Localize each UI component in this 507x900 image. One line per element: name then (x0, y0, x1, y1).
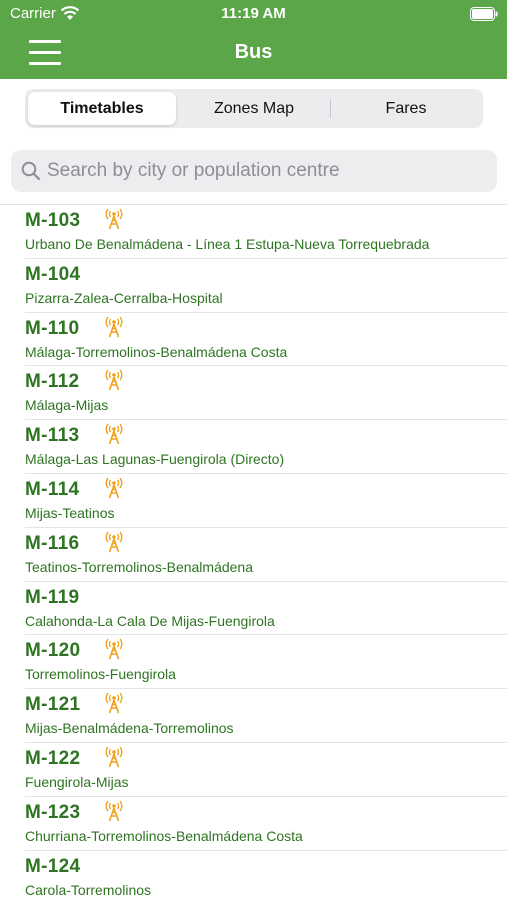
route-row[interactable]: M-116 Teatinos-Torremolinos-Benalmádena (25, 528, 507, 582)
live-tracking-icon (103, 316, 125, 338)
route-description: Calahonda-La Cala De Mijas-Fuengirola (25, 612, 275, 629)
search-input[interactable] (47, 150, 487, 192)
route-description: Urbano De Benalmádena - Línea 1 Estupa-N… (25, 236, 430, 252)
route-description: Fuengirola-Mijas (25, 773, 129, 790)
route-description: Málaga-Las Lagunas-Fuengirola (Directo) (25, 451, 285, 468)
route-row[interactable]: M-114 Mijas-Teatinos (25, 474, 507, 528)
route-code: M-112 (25, 371, 80, 393)
live-tracking-icon (103, 800, 125, 822)
live-tracking-icon (103, 746, 125, 768)
route-code: M-116 (25, 532, 80, 554)
route-code: M-114 (25, 478, 80, 500)
route-code: M-110 (25, 317, 80, 339)
route-description: Pizarra-Zalea-Cerralba-Hospital (25, 289, 223, 306)
route-row[interactable]: M-120 Torremolinos-Fuengirola (25, 635, 507, 690)
tab-zones-map[interactable]: Zones Map (179, 92, 329, 125)
live-tracking-icon (103, 692, 125, 714)
battery-icon (470, 7, 498, 21)
route-description: Mijas-Benalmádena-Torremolinos (25, 720, 234, 737)
route-description: Churriana-Torremolinos-Benalmádena Costa (25, 827, 303, 844)
route-row[interactable]: M-121 Mijas-Benalmádena-Torremolinos (25, 689, 507, 743)
tab-fares[interactable]: Fares (331, 92, 481, 125)
live-tracking-icon (103, 531, 125, 553)
live-tracking-icon (103, 369, 125, 391)
route-code: M-121 (25, 694, 81, 716)
route-description: Mijas-Teatinos (25, 504, 115, 521)
page-title: Bus (234, 41, 273, 63)
route-row[interactable]: M-122 Fuengirola-Mijas (25, 743, 507, 797)
live-tracking-icon (103, 638, 125, 660)
route-row[interactable]: M-110 Málaga-Torremolinos-Benalmádena Cos… (25, 313, 507, 367)
route-row[interactable]: M-123 Churriana-Torremolinos-Benalmádena … (25, 797, 507, 851)
route-code: M-120 (25, 640, 81, 662)
route-code: M-104 (25, 263, 81, 285)
route-code: M-124 (25, 855, 81, 877)
route-description: Torremolinos-Fuengirola (25, 666, 176, 683)
live-tracking-icon (103, 423, 125, 445)
route-description: Málaga-Torremolinos-Benalmádena Costa (25, 343, 288, 360)
route-description: Teatinos-Torremolinos-Benalmádena (25, 558, 254, 575)
status-bar: Carrier 11:19 AM (0, 0, 507, 28)
route-code: M-103 (25, 210, 81, 231)
route-row[interactable]: M-104 Pizarra-Zalea-Cerralba-Hospital (25, 259, 507, 313)
route-row[interactable]: M-113 Málaga-Las Lagunas-Fuengirola (Dire… (25, 420, 507, 474)
route-code: M-122 (25, 747, 81, 769)
tab-timetables[interactable]: Timetables (28, 92, 176, 125)
route-row[interactable]: M-119 Calahonda-La Cala De Mijas-Fuengiro… (25, 582, 507, 636)
route-row[interactable]: M-103 Urbano De Benalmádena - Línea 1 Est… (25, 205, 507, 259)
clock: 11:19 AM (221, 5, 286, 22)
segmented-control: Timetables Zones Map Fares (25, 89, 483, 128)
app-header: Carrier 11:19 AM Bus (0, 0, 507, 79)
route-code: M-113 (25, 425, 80, 447)
search-bar (11, 150, 497, 192)
route-code: M-119 (25, 586, 80, 608)
search-icon (21, 161, 41, 181)
route-code: M-123 (25, 801, 81, 823)
route-row[interactable]: M-112 Málaga-Mijas (25, 366, 507, 421)
route-list: M-103 Urbano De Benalmádena - Línea 1 Est… (0, 204, 507, 900)
live-tracking-icon (103, 477, 125, 499)
route-description: Málaga-Mijas (25, 397, 109, 414)
live-tracking-icon (103, 208, 125, 230)
route-row[interactable]: M-124 Carola-Torremolinos (25, 851, 507, 900)
route-description: Carola-Torremolinos (25, 881, 152, 898)
